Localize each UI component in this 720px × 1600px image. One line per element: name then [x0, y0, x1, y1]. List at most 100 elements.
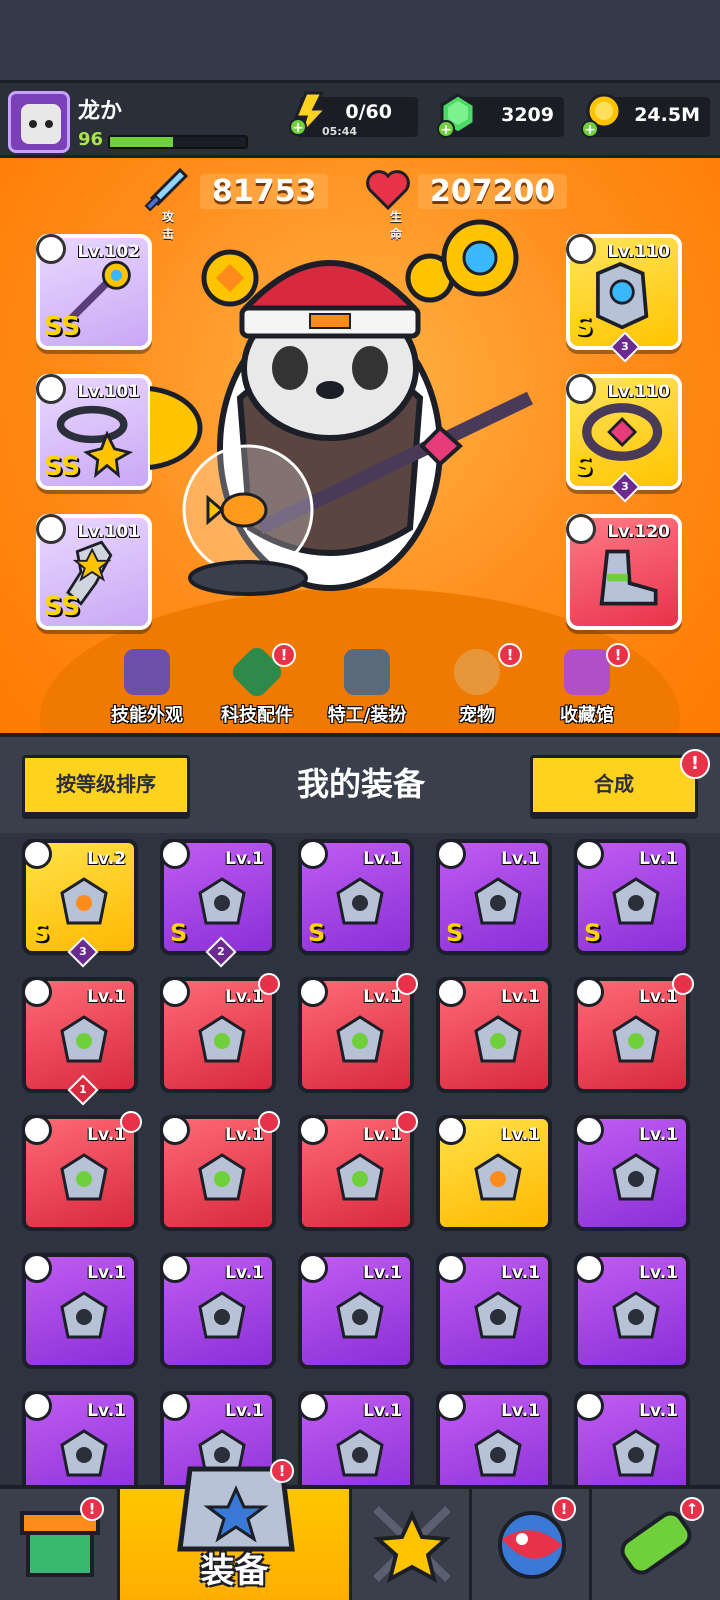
- inventory-item[interactable]: Lv.1: [22, 1253, 138, 1369]
- inventory-item[interactable]: Lv.1: [22, 1111, 142, 1231]
- equipment-item-icon: [474, 877, 522, 925]
- avatar-eye: [29, 120, 37, 128]
- item-level: Lv.1: [363, 849, 402, 869]
- star-count-badge: 3: [67, 936, 99, 968]
- item-type-icon: [298, 1253, 328, 1283]
- skill-appearance-button[interactable]: 技能外观: [92, 641, 202, 733]
- item-type-icon: [22, 1253, 52, 1283]
- gold-value: 24.5M: [634, 104, 700, 126]
- nav-shop[interactable]: !: [0, 1489, 120, 1600]
- equipped-necklace-slot[interactable]: Lv.101 SS: [36, 374, 152, 490]
- equipped-belt-slot[interactable]: Lv.110 S 3: [566, 374, 682, 503]
- inventory-item[interactable]: Lv.1 1: [22, 977, 138, 1106]
- equipped-boots-slot[interactable]: Lv.120: [566, 514, 682, 630]
- svg-text:+: +: [292, 120, 304, 136]
- inventory-item[interactable]: Lv.1: [160, 973, 280, 1093]
- item-level: Lv.1: [639, 849, 678, 869]
- inventory-item[interactable]: Lv.1: [160, 1111, 280, 1231]
- nav-stages[interactable]: !: [472, 1489, 592, 1600]
- item-type-icon: [436, 977, 466, 1007]
- menu-label: 技能外观: [111, 705, 183, 726]
- menu-label: 宠物: [459, 705, 495, 726]
- item-type-icon: [22, 839, 52, 869]
- inventory-grid: Lv.2 S 3 Lv.1 S 2 Lv.1 S Lv.1 S Lv.1 S Lv.1 1 Lv.1 Lv.1…: [0, 833, 720, 1485]
- nav-evolution[interactable]: ↑: [592, 1489, 720, 1600]
- rarity-tag: S: [308, 919, 326, 947]
- item-type-icon: [160, 1391, 190, 1421]
- item-type-icon: [298, 839, 328, 869]
- inventory-item[interactable]: Lv.1: [298, 1111, 418, 1231]
- dog-icon: [454, 649, 500, 695]
- upgrade-indicator: [258, 973, 280, 995]
- gem-value: 3209: [501, 104, 554, 126]
- inventory-item[interactable]: Lv.1: [436, 1115, 552, 1231]
- inventory-item[interactable]: Lv.1: [574, 973, 694, 1093]
- inventory-item[interactable]: Lv.1: [436, 1253, 552, 1369]
- item-type-icon: [574, 1253, 604, 1283]
- tech-parts-button[interactable]: ! 科技配件: [202, 641, 312, 733]
- inventory-item[interactable]: Lv.1 S: [436, 839, 552, 955]
- star-count: 3: [621, 340, 629, 353]
- player-level: 96: [78, 129, 104, 150]
- upgrade-indicator: [672, 973, 694, 995]
- alert-badge: !: [80, 1497, 104, 1521]
- inventory-item[interactable]: Lv.1: [574, 1391, 690, 1485]
- item-type-icon: [574, 839, 604, 869]
- gem-counter[interactable]: + 3209: [437, 93, 564, 138]
- top-bar: 龙か 96 + 0/60 05:44 + 3209 + 24.5M: [0, 80, 720, 158]
- item-type-icon: [160, 1115, 190, 1145]
- avatar-eye: [45, 120, 53, 128]
- inventory-item[interactable]: Lv.1 S: [298, 839, 414, 955]
- inventory-item[interactable]: Lv.1: [436, 1391, 552, 1485]
- equipment-header: 按等级排序 我的装备 合成 !: [0, 733, 720, 833]
- inventory-item[interactable]: Lv.2 S 3: [22, 839, 138, 968]
- nav-battle[interactable]: [352, 1489, 472, 1600]
- collection-button[interactable]: ! 收藏馆: [532, 641, 642, 733]
- crossed-swords-star-icon: [373, 1506, 451, 1583]
- nav-equipment[interactable]: ! 装备: [120, 1459, 352, 1600]
- alert-badge: !: [272, 643, 296, 667]
- inventory-item[interactable]: Lv.1 S 2: [160, 839, 276, 968]
- player-avatar[interactable]: [8, 91, 70, 153]
- inventory-item[interactable]: Lv.1: [298, 1253, 414, 1369]
- equipment-item-icon: [198, 1153, 246, 1201]
- equipped-weapon-slot[interactable]: Lv.102 SS: [36, 234, 152, 350]
- item-level: Lv.1: [639, 1125, 678, 1145]
- star-count: 3: [621, 480, 629, 493]
- player-name: 龙か: [78, 99, 123, 124]
- rarity-tag: S: [170, 919, 188, 947]
- item-type-icon: [436, 839, 466, 869]
- item-type-icon: [160, 1253, 190, 1283]
- inventory-item[interactable]: Lv.1 S: [574, 839, 690, 955]
- inventory-item[interactable]: Lv.1: [160, 1253, 276, 1369]
- inventory-item[interactable]: Lv.1: [298, 973, 418, 1093]
- gold-counter[interactable]: + 24.5M: [581, 93, 710, 138]
- energy-timer: 05:44: [322, 125, 358, 138]
- item-type-icon: [574, 1115, 604, 1145]
- pet-button[interactable]: ! 宠物: [422, 641, 532, 733]
- equipment-item-icon: [198, 1015, 246, 1063]
- item-level: Lv.1: [639, 1263, 678, 1283]
- energy-counter[interactable]: + 0/60: [289, 91, 418, 139]
- inventory-item[interactable]: Lv.1: [436, 977, 552, 1093]
- section-title: 我的装备: [296, 765, 425, 803]
- star-count: 2: [217, 945, 225, 958]
- item-level: Lv.1: [225, 1401, 264, 1421]
- sort-by-level-button[interactable]: 按等级排序: [22, 755, 190, 819]
- item-level: Lv.2: [87, 849, 126, 869]
- equipment-item-icon: [198, 1291, 246, 1339]
- inventory-item[interactable]: Lv.1: [574, 1115, 690, 1231]
- agent-costume-button[interactable]: 特工/装扮: [312, 641, 422, 733]
- rarity-tag: SS: [44, 452, 81, 482]
- equipped-glove-slot[interactable]: Lv.101 SS: [36, 514, 152, 630]
- upgrade-arrow-badge: ↑: [680, 1497, 704, 1521]
- item-level: Lv.1: [225, 987, 264, 1007]
- item-type-icon: [436, 1253, 466, 1283]
- item-level: Lv.1: [639, 1401, 678, 1421]
- item-type-icon: [436, 1115, 466, 1145]
- merge-button[interactable]: 合成: [530, 755, 698, 819]
- item-level: Lv.1: [363, 1125, 402, 1145]
- inventory-item[interactable]: Lv.1: [574, 1253, 690, 1369]
- equipped-armor-slot[interactable]: Lv.110 S 3: [566, 234, 682, 363]
- equipment-item-icon: [336, 1291, 384, 1339]
